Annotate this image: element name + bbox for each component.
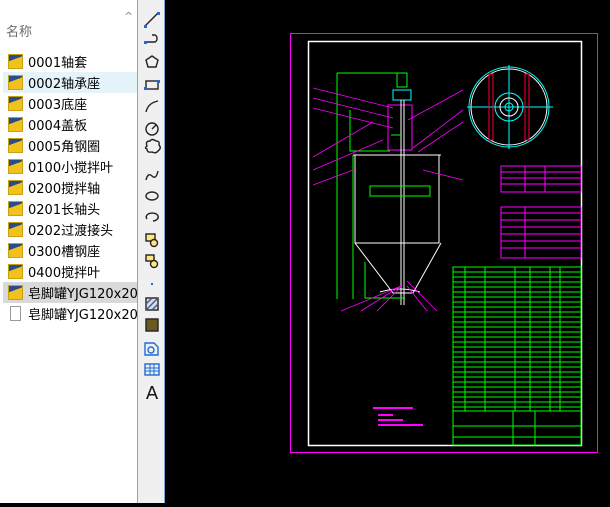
ellipse-icon: [145, 191, 159, 201]
ellipse-arc-icon: [145, 212, 159, 222]
rectangle-icon: [144, 80, 160, 90]
file-name: 皂脚罐YJG120x200: [28, 287, 137, 302]
file-item[interactable]: 0400搅拌叶: [3, 261, 137, 282]
dwg-file-icon: [8, 54, 23, 69]
draw-toolbar: A: [137, 0, 165, 503]
file-name: 0300槽钢座: [28, 245, 101, 260]
polygon-icon: [145, 55, 159, 68]
dwg-file-icon: [8, 180, 23, 195]
file-name: 0005角钢圈: [28, 140, 101, 155]
file-item[interactable]: 0003底座: [3, 93, 137, 114]
hatch-icon: [145, 297, 159, 311]
file-item[interactable]: 0100小搅拌叶: [3, 156, 137, 177]
file-item[interactable]: 0005角钢圈: [3, 135, 137, 156]
file-name: 0001轴套: [28, 56, 88, 71]
file-item[interactable]: 0002轴承座: [3, 72, 137, 93]
file-name: 0004盖板: [28, 119, 88, 134]
file-item[interactable]: 皂脚罐YJG120x200.d: [3, 303, 137, 324]
dwg-file-icon: [8, 159, 23, 174]
file-name: 0400搅拌叶: [28, 266, 101, 281]
file-item[interactable]: 0004盖板: [3, 114, 137, 135]
table-icon: [144, 363, 160, 376]
drawing-frame: [307, 40, 583, 447]
file-icon: [10, 306, 21, 321]
insert-block-icon: [145, 233, 159, 248]
file-item[interactable]: 0201长轴头: [3, 198, 137, 219]
file-name: 0003底座: [28, 98, 88, 113]
file-item[interactable]: 0202过渡接头: [3, 219, 137, 240]
file-item[interactable]: 0001轴套: [3, 51, 137, 72]
column-header-name[interactable]: 名称: [6, 21, 32, 40]
gradient-icon: [145, 318, 159, 332]
dwg-file-icon: [8, 243, 23, 258]
file-name: 皂脚罐YJG120x200.d: [28, 308, 137, 323]
spline-icon: [145, 170, 159, 181]
tank-elevation: [353, 72, 442, 305]
file-name: 0202过渡接头: [28, 224, 114, 239]
file-item[interactable]: 0300槽钢座: [3, 240, 137, 261]
revision-cloud-icon: [144, 138, 161, 154]
dwg-file-icon: [8, 201, 23, 216]
notes: [373, 407, 423, 426]
dwg-file-icon: [8, 138, 23, 153]
arc-icon: [145, 100, 159, 113]
drawing-canvas[interactable]: [165, 0, 610, 503]
cad-drawing: [290, 33, 598, 453]
line-icon: [144, 12, 160, 28]
data-tables: [500, 165, 582, 259]
polyline-icon: [144, 34, 158, 44]
file-list-panel: ^ 名称 0001轴套 0002轴承座 0003底座 0004盖板 0005角钢圈 010…: [0, 0, 137, 503]
dwg-file-icon: [8, 285, 23, 300]
file-item[interactable]: 0200搅拌轴: [3, 177, 137, 198]
file-name: 0100小搅拌叶: [28, 161, 114, 176]
file-name: 0200搅拌轴: [28, 182, 101, 197]
multiline-text-tool[interactable]: A: [142, 383, 162, 404]
parts-list: [452, 266, 582, 446]
file-name: 0002轴承座: [28, 77, 101, 92]
sort-chevron-icon[interactable]: ^: [124, 10, 133, 23]
file-item[interactable]: 皂脚罐YJG120x200: [3, 282, 137, 303]
toolbar-icons: [144, 12, 161, 376]
region-icon: [144, 342, 159, 356]
dwg-file-icon: [8, 264, 23, 279]
top-view: [467, 65, 553, 149]
circle-icon: [145, 122, 159, 136]
dwg-file-icon: [8, 117, 23, 132]
point-icon: [151, 283, 153, 285]
file-name: 0201长轴头: [28, 203, 101, 218]
dwg-file-icon: [8, 96, 23, 111]
dwg-file-icon: [8, 75, 23, 90]
make-block-icon: [145, 254, 159, 269]
dwg-file-icon: [8, 222, 23, 237]
